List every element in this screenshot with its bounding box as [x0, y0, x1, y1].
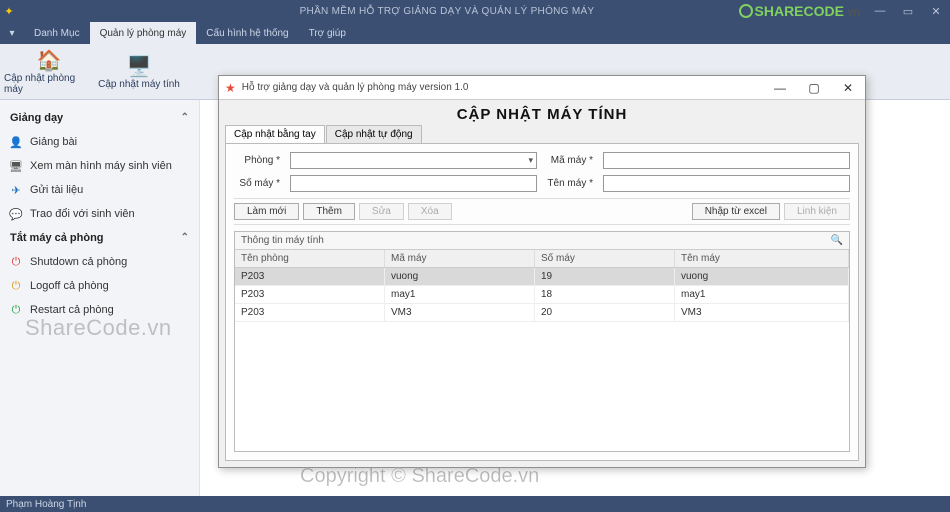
dialog-close-button[interactable]: ✕ — [831, 81, 865, 95]
label-tenmay: Tên máy * — [547, 178, 593, 189]
col-tenmay[interactable]: Tên máy — [675, 250, 849, 267]
sidebar-item-logoff[interactable]: ⏻ Logoff cả phòng — [0, 274, 199, 298]
dialog-minimize-button[interactable]: — — [763, 81, 797, 95]
sidebar-item-label: Logoff cả phòng — [30, 280, 109, 292]
power-icon: ⏻ — [8, 304, 24, 317]
table-row[interactable]: P203VM320VM3 — [235, 304, 849, 322]
ribbon-capnhatphongmay[interactable]: 🏠 Cập nhật phòng máy — [4, 46, 94, 97]
person-icon: 👤 — [8, 136, 24, 149]
room-icon: 🏠 — [37, 48, 62, 73]
maximize-button[interactable]: ▭ — [894, 5, 922, 18]
cell-mamay: VM3 — [385, 304, 535, 321]
sidebar-item-label: Trao đổi với sinh viên — [30, 208, 135, 220]
status-user: Phạm Hoàng Tịnh — [6, 499, 86, 510]
col-somay[interactable]: Số máy — [535, 250, 675, 267]
btn-them[interactable]: Thêm — [303, 203, 355, 220]
sidebar-item-label: Restart cả phòng — [30, 304, 114, 316]
btn-nhapexcel[interactable]: Nhập từ excel — [692, 203, 780, 220]
input-somay[interactable] — [290, 175, 537, 192]
sidebar-group2-title: Tắt máy cả phòng — [10, 232, 104, 244]
monitor-icon: 🖥 — [8, 160, 24, 173]
sidebar-item-shutdown[interactable]: ⏻ Shutdown cả phòng — [0, 250, 199, 274]
dialog-capnhatmaytinh: ★ Hỗ trợ giảng dạy và quản lý phòng máy … — [218, 75, 866, 468]
cell-mamay: may1 — [385, 286, 535, 303]
search-icon[interactable]: 🔍 — [831, 235, 843, 246]
chevron-down-icon: ▾ — [528, 155, 533, 166]
cell-tenphong: P203 — [235, 286, 385, 303]
sidebar-item-label: Gửi tài liệu — [30, 184, 83, 196]
cell-mamay: vuong — [385, 268, 535, 285]
power-icon: ⏻ — [8, 280, 24, 293]
sidebar-item-traodoi[interactable]: 💬 Trao đổi với sinh viên — [0, 202, 199, 226]
brand-logo: SHARECODE.vn — [739, 3, 860, 19]
sidebar-item-xemmanhinh[interactable]: 🖥 Xem màn hình máy sinh viên — [0, 154, 199, 178]
combo-phong[interactable]: ▾ — [290, 152, 537, 169]
grid-header: Tên phòng Mã máy Số máy Tên máy — [235, 250, 849, 268]
sidebar-item-label: Giảng bài — [30, 136, 77, 148]
cell-tenphong: P203 — [235, 304, 385, 321]
star-icon: ★ — [225, 81, 236, 95]
button-row: Làm mới Thêm Sửa Xóa Nhập từ excel Linh … — [234, 198, 850, 225]
table-row[interactable]: P203may118may1 — [235, 286, 849, 304]
close-button[interactable]: ✕ — [922, 5, 950, 18]
app-titlebar: ✦ PHẦN MỀM HỖ TRỢ GIẢNG DẠY VÀ QUẢN LÝ P… — [0, 0, 950, 22]
app-icon: ✦ — [0, 5, 18, 18]
sidebar-item-label: Shutdown cả phòng — [30, 256, 127, 268]
minimize-button[interactable]: — — [866, 5, 894, 17]
sidebar-item-restart[interactable]: ⏻ Restart cả phòng — [0, 298, 199, 322]
dialog-tabs: Cập nhật bằng tay Cập nhật tự động — [219, 125, 865, 143]
label-somay: Số máy * — [234, 178, 280, 189]
dialog-maximize-button[interactable]: ▢ — [797, 81, 831, 95]
tab-capnhatbangtay[interactable]: Cập nhật bằng tay — [225, 125, 325, 143]
cell-tenmay: vuong — [675, 268, 849, 285]
cell-somay: 18 — [535, 286, 675, 303]
sidebar-item-label: Xem màn hình máy sinh viên — [30, 160, 172, 172]
ribbon-label-2: Cập nhật máy tính — [98, 79, 180, 90]
menubar: ▾ Danh Mục Quản lý phòng máy Cấu hình hệ… — [0, 22, 950, 44]
send-icon: ✈ — [8, 184, 24, 197]
col-tenphong[interactable]: Tên phòng — [235, 250, 385, 267]
col-mamay[interactable]: Mã máy — [385, 250, 535, 267]
sidebar: Giảng dạy ⌃ 👤 Giảng bài 🖥 Xem màn hình m… — [0, 100, 200, 496]
sidebar-group1-title: Giảng dạy — [10, 112, 63, 124]
menu-danhmuc[interactable]: Danh Mục — [24, 22, 90, 44]
dialog-tab-body: Phòng * ▾ Mã máy * Số máy * Tên máy * Là… — [225, 143, 859, 461]
power-icon: ⏻ — [8, 256, 24, 269]
chevron-up-icon: ⌃ — [181, 112, 189, 124]
ribbon-capnhatmaytinh[interactable]: 🖥️ Cập nhật máy tính — [94, 46, 184, 97]
dialog-heading: CẬP NHẬT MÁY TÍNH — [219, 100, 865, 125]
cell-somay: 19 — [535, 268, 675, 285]
menu-quanlyphongmay[interactable]: Quản lý phòng máy — [90, 22, 197, 44]
btn-lammoi[interactable]: Làm mới — [234, 203, 299, 220]
ribbon-label-1: Cập nhật phòng máy — [4, 73, 94, 95]
sidebar-item-giangbai[interactable]: 👤 Giảng bài — [0, 130, 199, 154]
menu-file-icon[interactable]: ▾ — [0, 22, 24, 44]
btn-sua: Sửa — [359, 203, 404, 220]
menu-cauhinh[interactable]: Cấu hình hệ thống — [196, 22, 298, 44]
grid-caption: Thông tin máy tính — [241, 235, 324, 246]
sidebar-group-giangday[interactable]: Giảng dạy ⌃ — [0, 106, 199, 130]
cell-tenmay: VM3 — [675, 304, 849, 321]
label-mamay: Mã máy * — [547, 155, 593, 166]
statusbar: Phạm Hoàng Tịnh — [0, 496, 950, 512]
label-phong: Phòng * — [234, 155, 280, 166]
cell-tenphong: P203 — [235, 268, 385, 285]
cell-tenmay: may1 — [675, 286, 849, 303]
sidebar-group-tatmay[interactable]: Tắt máy cả phòng ⌃ — [0, 226, 199, 250]
btn-linhkien: Linh kiện — [784, 203, 850, 220]
table-row[interactable]: P203vuong19vuong — [235, 268, 849, 286]
cell-somay: 20 — [535, 304, 675, 321]
grid-thongtinmaytinh: Thông tin máy tính 🔍 Tên phòng Mã máy Số… — [234, 231, 850, 452]
input-tenmay[interactable] — [603, 175, 850, 192]
computer-icon: 🖥️ — [127, 54, 152, 79]
menu-trogiup[interactable]: Trợ giúp — [299, 22, 356, 44]
tab-capnhattudong[interactable]: Cập nhật tự động — [326, 125, 422, 143]
chat-icon: 💬 — [8, 208, 24, 221]
input-mamay[interactable] — [603, 152, 850, 169]
chevron-up-icon: ⌃ — [181, 232, 189, 244]
dialog-title: Hỗ trợ giảng dạy và quản lý phòng máy ve… — [242, 82, 763, 93]
sidebar-item-guitailieu[interactable]: ✈ Gửi tài liệu — [0, 178, 199, 202]
btn-xoa: Xóa — [408, 203, 452, 220]
dialog-titlebar: ★ Hỗ trợ giảng dạy và quản lý phòng máy … — [219, 76, 865, 100]
